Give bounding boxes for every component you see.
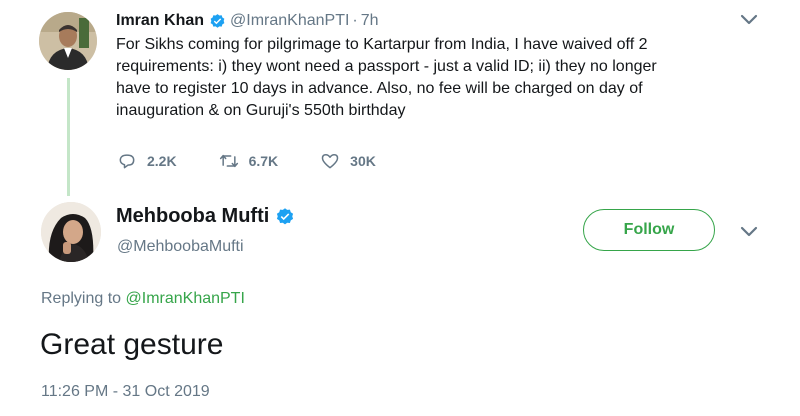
- tweet-timestamp[interactable]: 11:26 PM - 31 Oct 2019: [41, 383, 210, 401]
- thread-line: [67, 78, 70, 196]
- parent-tweet-header: Imran Khan @ImranKhanPTI · 7h: [116, 10, 379, 32]
- like-button[interactable]: 30K: [320, 151, 376, 171]
- avatar-mehbooba-mufti[interactable]: [41, 202, 101, 262]
- replying-to: Replying to @ImranKhanPTI: [41, 290, 245, 308]
- separator-dot: ·: [352, 12, 358, 29]
- main-tweet-text: Great gesture: [40, 328, 224, 361]
- follow-button[interactable]: Follow: [583, 209, 715, 251]
- reply-count: 2.2K: [147, 153, 177, 169]
- verified-badge-icon: [210, 13, 225, 28]
- main-author-name[interactable]: Mehbooba Mufti: [116, 205, 269, 228]
- avatar-imran-khan[interactable]: [39, 12, 97, 70]
- parent-tweet-actions: 2.2K 6.7K 30K: [117, 151, 418, 171]
- parent-tweet-text: For Sikhs coming for pilgrimage to Karta…: [116, 36, 657, 119]
- main-tweet-author: Mehbooba Mufti: [116, 205, 299, 228]
- parent-author-name[interactable]: Imran Khan: [116, 12, 204, 30]
- parent-tweet-time[interactable]: 7h: [361, 12, 379, 30]
- retweet-button[interactable]: 6.7K: [219, 151, 279, 171]
- retweet-count: 6.7K: [248, 153, 279, 169]
- main-author-handle[interactable]: @MehboobaMufti: [117, 238, 244, 256]
- retweet-icon: [219, 154, 238, 168]
- avatar-image: [41, 202, 101, 262]
- parent-author-handle[interactable]: @ImranKhanPTI: [230, 12, 349, 30]
- reply-button[interactable]: 2.2K: [117, 151, 177, 171]
- chevron-down-icon[interactable]: [740, 14, 758, 26]
- like-count: 30K: [350, 153, 376, 169]
- verified-badge-icon: [277, 207, 294, 224]
- replying-to-label: Replying to: [41, 290, 122, 307]
- heart-icon: [321, 154, 339, 169]
- replying-to-mention[interactable]: @ImranKhanPTI: [126, 290, 245, 307]
- chevron-down-icon[interactable]: [740, 226, 758, 238]
- avatar-image: [39, 12, 97, 70]
- reply-icon: [119, 154, 135, 169]
